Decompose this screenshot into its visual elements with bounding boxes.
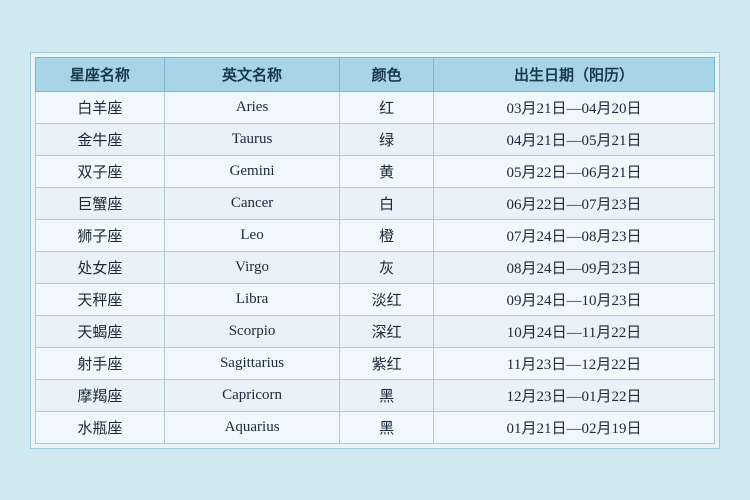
cell-english: Capricorn	[164, 379, 340, 411]
table-row: 金牛座Taurus绿04月21日—05月21日	[36, 123, 715, 155]
cell-chinese: 天蝎座	[36, 315, 165, 347]
cell-chinese: 处女座	[36, 251, 165, 283]
cell-color: 绿	[340, 123, 434, 155]
cell-color: 黑	[340, 379, 434, 411]
cell-chinese: 天秤座	[36, 283, 165, 315]
table-row: 双子座Gemini黄05月22日—06月21日	[36, 155, 715, 187]
cell-color: 淡红	[340, 283, 434, 315]
table-row: 巨蟹座Cancer白06月22日—07月23日	[36, 187, 715, 219]
cell-english: Virgo	[164, 251, 340, 283]
zodiac-table-wrapper: 星座名称 英文名称 颜色 出生日期（阳历） 白羊座Aries红03月21日—04…	[30, 52, 720, 449]
cell-chinese: 双子座	[36, 155, 165, 187]
cell-date: 06月22日—07月23日	[434, 187, 715, 219]
cell-date: 01月21日—02月19日	[434, 411, 715, 443]
cell-date: 08月24日—09月23日	[434, 251, 715, 283]
header-color: 颜色	[340, 57, 434, 91]
cell-color: 深红	[340, 315, 434, 347]
cell-english: Aries	[164, 91, 340, 123]
cell-color: 灰	[340, 251, 434, 283]
table-row: 处女座Virgo灰08月24日—09月23日	[36, 251, 715, 283]
cell-english: Scorpio	[164, 315, 340, 347]
cell-chinese: 射手座	[36, 347, 165, 379]
table-row: 射手座Sagittarius紫红11月23日—12月22日	[36, 347, 715, 379]
table-header-row: 星座名称 英文名称 颜色 出生日期（阳历）	[36, 57, 715, 91]
cell-chinese: 水瓶座	[36, 411, 165, 443]
cell-chinese: 摩羯座	[36, 379, 165, 411]
header-chinese: 星座名称	[36, 57, 165, 91]
table-row: 水瓶座Aquarius黑01月21日—02月19日	[36, 411, 715, 443]
cell-chinese: 狮子座	[36, 219, 165, 251]
cell-date: 04月21日—05月21日	[434, 123, 715, 155]
cell-english: Libra	[164, 283, 340, 315]
cell-english: Cancer	[164, 187, 340, 219]
cell-date: 05月22日—06月21日	[434, 155, 715, 187]
table-row: 白羊座Aries红03月21日—04月20日	[36, 91, 715, 123]
cell-color: 白	[340, 187, 434, 219]
cell-date: 10月24日—11月22日	[434, 315, 715, 347]
cell-date: 12月23日—01月22日	[434, 379, 715, 411]
cell-color: 橙	[340, 219, 434, 251]
cell-date: 11月23日—12月22日	[434, 347, 715, 379]
cell-chinese: 白羊座	[36, 91, 165, 123]
cell-english: Gemini	[164, 155, 340, 187]
table-row: 天蝎座Scorpio深红10月24日—11月22日	[36, 315, 715, 347]
cell-color: 黑	[340, 411, 434, 443]
cell-color: 紫红	[340, 347, 434, 379]
cell-english: Aquarius	[164, 411, 340, 443]
cell-english: Leo	[164, 219, 340, 251]
cell-chinese: 巨蟹座	[36, 187, 165, 219]
table-row: 摩羯座Capricorn黑12月23日—01月22日	[36, 379, 715, 411]
header-date: 出生日期（阳历）	[434, 57, 715, 91]
table-row: 天秤座Libra淡红09月24日—10月23日	[36, 283, 715, 315]
cell-date: 09月24日—10月23日	[434, 283, 715, 315]
header-english: 英文名称	[164, 57, 340, 91]
cell-color: 红	[340, 91, 434, 123]
cell-date: 03月21日—04月20日	[434, 91, 715, 123]
cell-chinese: 金牛座	[36, 123, 165, 155]
cell-date: 07月24日—08月23日	[434, 219, 715, 251]
cell-english: Sagittarius	[164, 347, 340, 379]
table-row: 狮子座Leo橙07月24日—08月23日	[36, 219, 715, 251]
zodiac-table: 星座名称 英文名称 颜色 出生日期（阳历） 白羊座Aries红03月21日—04…	[35, 57, 715, 444]
cell-english: Taurus	[164, 123, 340, 155]
cell-color: 黄	[340, 155, 434, 187]
